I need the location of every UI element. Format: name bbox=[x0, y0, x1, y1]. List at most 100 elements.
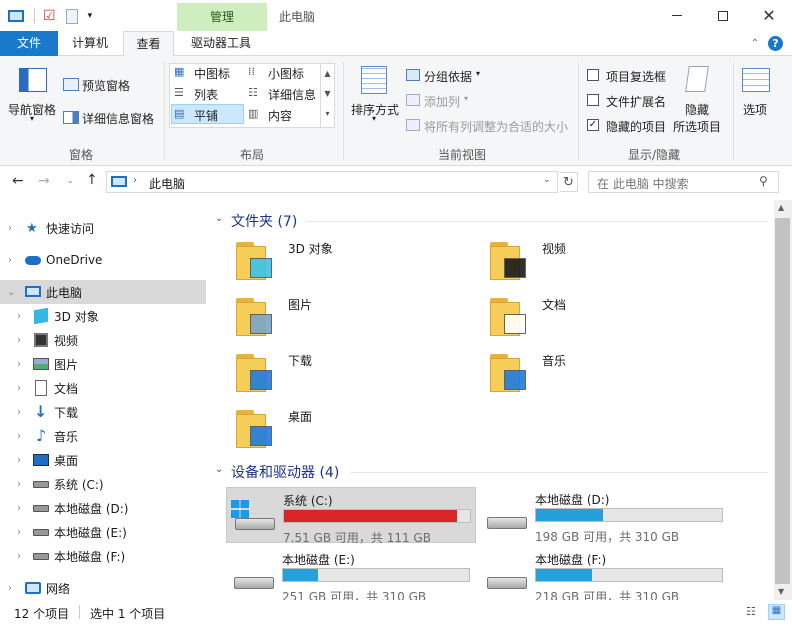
hidden-items-label[interactable]: 隐藏的项目 bbox=[606, 118, 666, 135]
system-drive-icon bbox=[231, 500, 277, 536]
item-checkboxes-checkbox[interactable] bbox=[587, 69, 599, 81]
new-folder-icon[interactable] bbox=[65, 8, 78, 24]
address-dropdown-icon[interactable]: ⌄ bbox=[543, 175, 551, 185]
search-box[interactable]: 在 此电脑 中搜索 ⚲ bbox=[588, 171, 779, 193]
hide-selected-icon bbox=[685, 66, 709, 92]
maximize-button[interactable] bbox=[700, 0, 746, 31]
expand-chevron-icon[interactable]: › bbox=[17, 431, 21, 442]
layout-scroll[interactable]: ▲ ▼ ▾ bbox=[320, 64, 334, 127]
layout-content[interactable]: 内容 bbox=[268, 107, 292, 124]
scroll-up-icon[interactable]: ▲ bbox=[778, 203, 784, 212]
options-button[interactable]: 选项 bbox=[743, 101, 767, 118]
pictures-folder-icon bbox=[236, 296, 276, 336]
nav-label: 图片 bbox=[54, 357, 79, 372]
layout-details[interactable]: 详细信息 bbox=[268, 86, 316, 103]
expand-chevron-icon[interactable]: › bbox=[17, 527, 21, 538]
group-collapse-icon[interactable]: ⌄ bbox=[215, 213, 223, 224]
drive-item[interactable]: 本地磁盘 (F:) 218 GB 可用，共 310 GB bbox=[479, 547, 729, 604]
folder-item[interactable]: 下载 bbox=[230, 346, 480, 398]
nav-pane-icon[interactable] bbox=[19, 68, 47, 92]
folder-item[interactable]: 图片 bbox=[230, 290, 480, 342]
help-icon[interactable]: ? bbox=[768, 36, 783, 51]
tab-computer[interactable]: 计算机 bbox=[62, 31, 118, 56]
address-bar[interactable]: › 此电脑 ⌄ bbox=[106, 171, 558, 193]
back-icon[interactable]: ← bbox=[12, 173, 24, 189]
drive-item[interactable]: 本地磁盘 (D:) 198 GB 可用，共 310 GB bbox=[479, 487, 729, 544]
computer-icon[interactable] bbox=[8, 10, 24, 22]
folder-item[interactable]: 音乐 bbox=[484, 346, 734, 398]
expand-chevron-icon[interactable]: › bbox=[17, 503, 21, 514]
group-collapse-icon[interactable]: ⌄ bbox=[215, 464, 223, 475]
nav-item[interactable]: › 文档 bbox=[0, 376, 206, 400]
hide-selected-button[interactable]: 隐藏 bbox=[685, 101, 709, 118]
folder-item[interactable]: 文档 bbox=[484, 290, 734, 342]
nav-item[interactable]: › 本地磁盘 (D:) bbox=[0, 496, 206, 520]
properties-icon[interactable]: ☑ bbox=[43, 8, 56, 24]
expand-chevron-icon[interactable]: › bbox=[17, 407, 21, 418]
layout-small-icons[interactable]: 小图标 bbox=[268, 65, 304, 82]
ribbon-collapse-icon[interactable]: ⌃ bbox=[748, 31, 762, 56]
expand-chevron-icon[interactable]: › bbox=[17, 311, 21, 322]
group-by-button[interactable]: 分组依据 bbox=[424, 68, 472, 85]
hidden-items-checkbox[interactable]: ✓ bbox=[587, 119, 599, 131]
nav-network[interactable]: › 网络 bbox=[0, 576, 206, 600]
scrollbar-thumb[interactable] bbox=[775, 218, 790, 584]
nav-item[interactable]: › ♪ 音乐 bbox=[0, 424, 206, 448]
nav-item[interactable]: › 3D 对象 bbox=[0, 304, 206, 328]
expand-chevron-icon[interactable]: › bbox=[17, 359, 21, 370]
drive-item[interactable]: 本地磁盘 (E:) 251 GB 可用，共 310 GB bbox=[226, 547, 476, 604]
expand-chevron-icon[interactable]: › bbox=[17, 455, 21, 466]
preview-pane-icon bbox=[63, 78, 79, 91]
tab-drive-tools[interactable]: 驱动器工具 bbox=[180, 31, 262, 56]
layout-tiles[interactable]: 平铺 bbox=[194, 107, 218, 124]
nav-quick-access[interactable]: › ★ 快速访问 bbox=[0, 216, 206, 240]
up-icon[interactable]: ↑ bbox=[86, 172, 98, 188]
file-extensions-label[interactable]: 文件扩展名 bbox=[606, 93, 666, 110]
breadcrumb-this-pc[interactable]: 此电脑 bbox=[149, 175, 185, 192]
close-button[interactable]: ✕ bbox=[746, 0, 792, 31]
context-tab-manage[interactable]: 管理 bbox=[177, 3, 267, 31]
expand-chevron-icon[interactable]: › bbox=[17, 335, 21, 346]
folder-item[interactable]: 3D 对象 bbox=[230, 234, 480, 286]
item-checkboxes-label[interactable]: 项目复选框 bbox=[606, 68, 666, 85]
nav-item[interactable]: › ↓ 下载 bbox=[0, 400, 206, 424]
nav-item[interactable]: › 图片 bbox=[0, 352, 206, 376]
details-pane-button[interactable]: 详细信息窗格 bbox=[82, 110, 154, 127]
search-input[interactable]: 在 此电脑 中搜索 bbox=[597, 175, 689, 192]
add-column-button[interactable]: 添加列 bbox=[424, 93, 460, 110]
nav-this-pc[interactable]: ⌄ 此电脑 bbox=[0, 280, 206, 304]
folder-item[interactable]: 视频 bbox=[484, 234, 734, 286]
nav-item[interactable]: › 本地磁盘 (E:) bbox=[0, 520, 206, 544]
expand-chevron-icon[interactable]: › bbox=[17, 479, 21, 490]
file-extensions-checkbox[interactable] bbox=[587, 94, 599, 106]
hide-selected-button-line2[interactable]: 所选项目 bbox=[673, 118, 721, 135]
nav-item[interactable]: › 本地磁盘 (F:) bbox=[0, 544, 206, 568]
tab-view[interactable]: 查看 bbox=[123, 31, 174, 57]
preview-pane-button[interactable]: 预览窗格 bbox=[82, 77, 130, 94]
minimize-button[interactable] bbox=[654, 0, 700, 31]
fit-columns-button[interactable]: 将所有列调整为合适的大小 bbox=[424, 118, 568, 135]
folder-item[interactable]: 桌面 bbox=[230, 402, 480, 454]
scroll-down-icon[interactable]: ▼ bbox=[778, 587, 784, 596]
expand-chevron-icon[interactable]: › bbox=[17, 551, 21, 562]
nav-item[interactable]: › 桌面 bbox=[0, 448, 206, 472]
folder-name: 桌面 bbox=[288, 410, 313, 424]
recent-locations-icon[interactable]: ⌄ bbox=[67, 176, 74, 185]
ribbon: 导航窗格 ▾ 预览窗格 详细信息窗格 窗格 ▦ 中图标 ⁞⁞ 小图标 ☰ 列表 … bbox=[0, 56, 792, 166]
nav-item[interactable]: › 视频 bbox=[0, 328, 206, 352]
nav-item[interactable]: › 系统 (C:) bbox=[0, 472, 206, 496]
forward-icon[interactable]: → bbox=[38, 173, 50, 189]
customize-qat-icon[interactable]: ▾ bbox=[88, 11, 93, 21]
tab-file[interactable]: 文件 bbox=[0, 31, 58, 56]
tiles-view-icon[interactable]: ▦ bbox=[768, 604, 785, 620]
nav-onedrive[interactable]: › OneDrive bbox=[0, 248, 206, 272]
layout-medium-icons[interactable]: 中图标 bbox=[194, 65, 230, 82]
details-view-icon[interactable]: ☷ bbox=[746, 605, 762, 619]
expand-chevron-icon[interactable]: › bbox=[17, 383, 21, 394]
folders-group-header[interactable]: 文件夹 (7) bbox=[231, 211, 297, 231]
layout-list[interactable]: 列表 bbox=[194, 86, 218, 103]
drive-item[interactable]: 系统 (C:) 7.51 GB 可用，共 111 GB bbox=[226, 487, 476, 545]
drives-group-header[interactable]: 设备和驱动器 (4) bbox=[231, 462, 339, 482]
computer-icon bbox=[111, 176, 127, 187]
refresh-icon[interactable]: ↻ bbox=[560, 172, 578, 192]
